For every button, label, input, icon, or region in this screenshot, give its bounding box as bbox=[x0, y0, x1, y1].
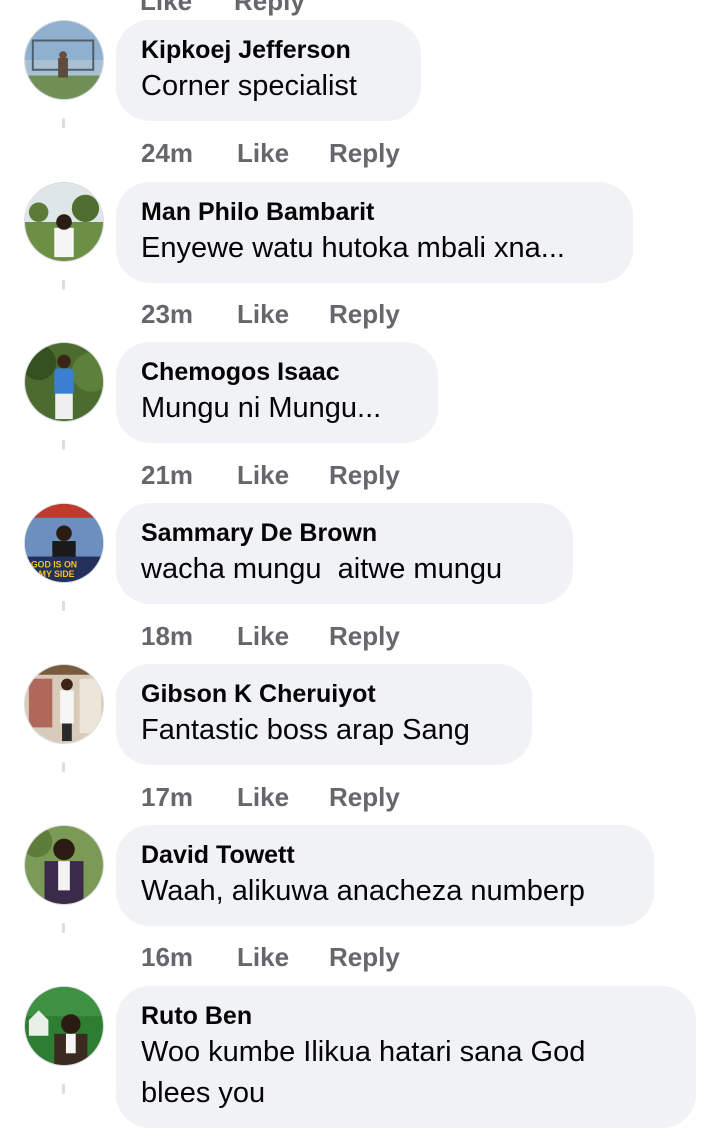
comment-actions: 24m Like Reply bbox=[141, 138, 400, 169]
commenter-name[interactable]: David Towett bbox=[141, 839, 630, 871]
comment-actions: 21m Like Reply bbox=[141, 460, 400, 491]
like-button[interactable]: Like bbox=[237, 621, 329, 652]
thread-line bbox=[62, 280, 65, 290]
comment-actions: 16m Like Reply bbox=[141, 942, 400, 973]
avatar[interactable] bbox=[24, 986, 104, 1066]
comment-text: Fantastic boss arap Sang bbox=[141, 714, 470, 746]
avatar[interactable] bbox=[24, 825, 104, 905]
commenter-name[interactable]: Gibson K Cheruiyot bbox=[141, 678, 508, 710]
reply-button[interactable]: Reply bbox=[329, 460, 400, 491]
avatar-text: MY SIDE bbox=[39, 569, 75, 579]
avatar-image bbox=[25, 826, 103, 904]
comment-bubble[interactable]: David Towett Waah, alikuwa anacheza numb… bbox=[116, 825, 654, 926]
like-button[interactable]: Like bbox=[237, 138, 329, 169]
like-button[interactable]: Like bbox=[237, 299, 329, 330]
comment-text: Corner specialist bbox=[141, 70, 357, 102]
comment-timestamp[interactable]: 21m bbox=[141, 460, 237, 491]
avatar-image: GOD IS ON MY SIDE bbox=[25, 504, 103, 582]
comment-bubble[interactable]: Chemogos Isaac Mungu ni Mungu... bbox=[116, 342, 438, 443]
comment-bubble[interactable]: Sammary De Brown wacha mungu aitwe mungu bbox=[116, 503, 573, 604]
avatar-image bbox=[25, 665, 103, 743]
thread-line bbox=[62, 440, 65, 450]
like-button[interactable]: Like bbox=[140, 0, 192, 17]
reply-button[interactable]: Reply bbox=[329, 942, 400, 973]
avatar[interactable] bbox=[24, 20, 104, 100]
comment-actions: 23m Like Reply bbox=[141, 299, 400, 330]
comment-bubble[interactable]: Ruto Ben Woo kumbe Ilikua hatari sana Go… bbox=[116, 986, 696, 1128]
commenter-name[interactable]: Kipkoej Jefferson bbox=[141, 34, 397, 66]
comment-text: Enyewe watu hutoka mbali xna... bbox=[141, 232, 565, 264]
comment-text: Woo kumbe Ilikua hatari sana God blees y… bbox=[141, 1036, 586, 1109]
avatar-image bbox=[25, 987, 103, 1065]
comment-text: Mungu ni Mungu... bbox=[141, 392, 382, 424]
comment-bubble[interactable]: Man Philo Bambarit Enyewe watu hutoka mb… bbox=[116, 182, 633, 283]
reply-button[interactable]: Reply bbox=[329, 138, 400, 169]
comment-actions: 17m Like Reply bbox=[141, 782, 400, 813]
avatar-image bbox=[25, 343, 103, 421]
avatar[interactable]: GOD IS ON MY SIDE bbox=[24, 503, 104, 583]
thread-line bbox=[62, 118, 65, 128]
commenter-name[interactable]: Ruto Ben bbox=[141, 1000, 672, 1032]
commenter-name[interactable]: Chemogos Isaac bbox=[141, 356, 414, 388]
thread-line bbox=[62, 923, 65, 933]
comment-bubble[interactable]: Gibson K Cheruiyot Fantastic boss arap S… bbox=[116, 664, 532, 765]
reply-button[interactable]: Reply bbox=[329, 299, 400, 330]
like-button[interactable]: Like bbox=[237, 460, 329, 491]
avatar-text: GOD IS ON bbox=[31, 559, 77, 569]
commenter-name[interactable]: Man Philo Bambarit bbox=[141, 196, 609, 228]
previous-comment-actions: Like Reply bbox=[140, 0, 305, 17]
commenter-name[interactable]: Sammary De Brown bbox=[141, 517, 549, 549]
avatar[interactable] bbox=[24, 664, 104, 744]
thread-line bbox=[62, 601, 65, 611]
avatar[interactable] bbox=[24, 182, 104, 262]
comment-timestamp[interactable]: 16m bbox=[141, 942, 237, 973]
thread-line bbox=[62, 762, 65, 772]
comment-timestamp[interactable]: 17m bbox=[141, 782, 237, 813]
comment-timestamp[interactable]: 24m bbox=[141, 138, 237, 169]
reply-button[interactable]: Reply bbox=[329, 782, 400, 813]
avatar-image bbox=[25, 183, 103, 261]
comment-bubble[interactable]: Kipkoej Jefferson Corner specialist bbox=[116, 20, 421, 121]
comment-actions: 18m Like Reply bbox=[141, 621, 400, 652]
avatar[interactable] bbox=[24, 342, 104, 422]
thread-line bbox=[62, 1084, 65, 1094]
comment-text: Waah, alikuwa anacheza numberp bbox=[141, 875, 585, 907]
comment-text: wacha mungu aitwe mungu bbox=[141, 553, 503, 585]
comment-timestamp[interactable]: 18m bbox=[141, 621, 237, 652]
like-button[interactable]: Like bbox=[237, 782, 329, 813]
comment-timestamp[interactable]: 23m bbox=[141, 299, 237, 330]
reply-button[interactable]: Reply bbox=[234, 0, 305, 17]
reply-button[interactable]: Reply bbox=[329, 621, 400, 652]
like-button[interactable]: Like bbox=[237, 942, 329, 973]
avatar-image bbox=[25, 21, 103, 99]
